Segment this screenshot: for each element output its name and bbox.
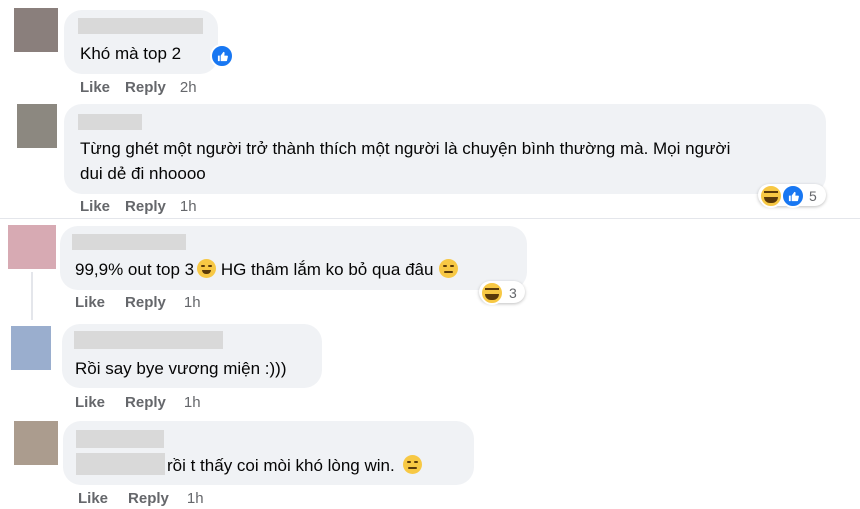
avatar[interactable] <box>14 421 58 465</box>
comment-timestamp[interactable]: 1h <box>180 198 197 215</box>
comment-timestamp[interactable]: 1h <box>184 394 201 411</box>
comment-actions: Like Reply 2h <box>80 79 197 96</box>
relieved-emoji-icon <box>402 455 422 474</box>
redacted-author-name[interactable] <box>76 430 164 448</box>
comment-actions: Like Reply 1h <box>78 490 204 507</box>
like-button[interactable]: Like <box>78 490 108 507</box>
redacted-author-name[interactable] <box>78 18 203 34</box>
reply-button[interactable]: Reply <box>128 490 169 507</box>
redacted-mention[interactable] <box>76 453 165 475</box>
like-button[interactable]: Like <box>75 294 105 311</box>
comment-timestamp[interactable]: 2h <box>180 79 197 96</box>
comment-timestamp[interactable]: 1h <box>187 490 204 507</box>
avatar[interactable] <box>17 104 57 148</box>
comment-text-body: rồi t thấy coi mòi khó lòng win. <box>167 456 395 475</box>
comment-text-line-1: Từng ghét một người trở thành thích một … <box>80 139 731 158</box>
relieved-emoji-icon <box>439 259 459 278</box>
comment-text: Khó mà top 2 <box>80 44 182 63</box>
comment-text: Rồi say bye vương miện :))) <box>75 359 287 378</box>
haha-reaction-icon <box>759 184 783 208</box>
comment-text-line-2: dui dẻ đi nhoooo <box>80 164 206 183</box>
thread-line <box>31 272 33 320</box>
redacted-author-name[interactable] <box>78 114 142 130</box>
grin-emoji-icon <box>197 259 217 278</box>
comment-actions: Like Reply 1h <box>75 294 201 311</box>
haha-reaction-icon <box>480 281 504 305</box>
reaction-count: 3 <box>509 285 517 301</box>
comment-text: 99,9% out top 3 HG thâm lắm ko bỏ qua đâ… <box>75 257 459 282</box>
like-reaction-icon[interactable] <box>210 44 234 68</box>
comment-text-part-2: HG thâm lắm ko bỏ qua đâu <box>216 260 434 279</box>
comment-actions: Like Reply 1h <box>75 394 201 411</box>
comment-text: rồi t thấy coi mòi khó lòng win. <box>167 453 422 478</box>
comment-actions: Like Reply 1h <box>80 198 197 215</box>
like-button[interactable]: Like <box>80 198 110 215</box>
like-reaction-icon <box>781 184 805 208</box>
reaction-count: 5 <box>809 188 817 204</box>
reply-button[interactable]: Reply <box>125 79 166 96</box>
comment-timestamp[interactable]: 1h <box>184 294 201 311</box>
comment-text-part-1: 99,9% out top 3 <box>75 260 195 279</box>
thread-divider <box>0 218 860 219</box>
avatar[interactable] <box>11 326 51 370</box>
reply-button[interactable]: Reply <box>125 294 166 311</box>
avatar[interactable] <box>8 225 56 269</box>
redacted-author-name[interactable] <box>72 234 186 250</box>
like-button[interactable]: Like <box>75 394 105 411</box>
reply-button[interactable]: Reply <box>125 394 166 411</box>
avatar[interactable] <box>14 8 58 52</box>
reply-button[interactable]: Reply <box>125 198 166 215</box>
redacted-author-name[interactable] <box>74 331 223 349</box>
like-button[interactable]: Like <box>80 79 110 96</box>
